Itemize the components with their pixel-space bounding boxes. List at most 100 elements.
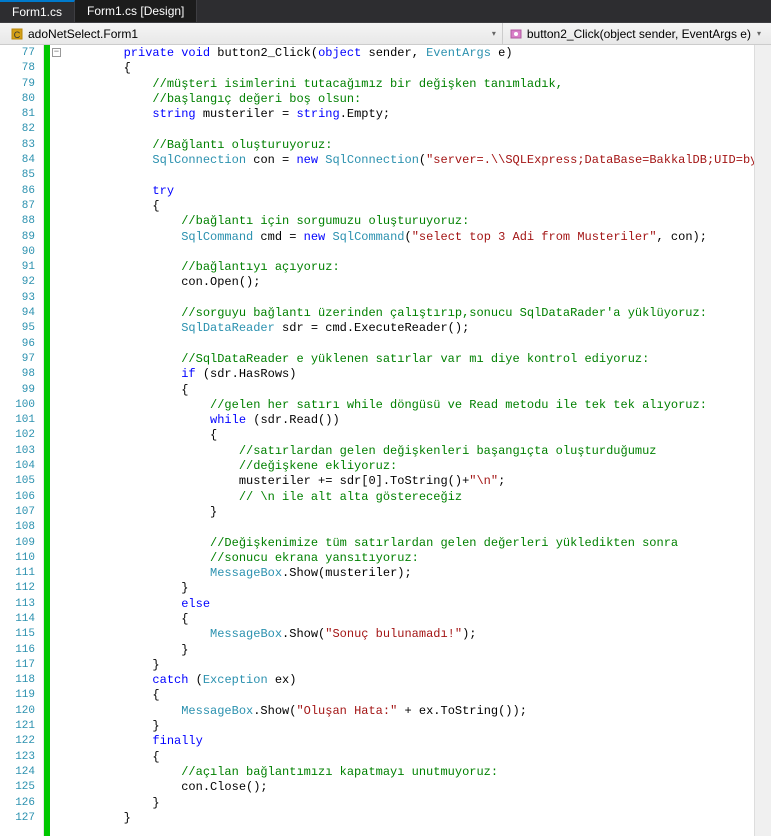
member-dropdown[interactable]: button2_Click(object sender, EventArgs e… bbox=[502, 23, 771, 44]
class-name: adoNetSelect.Form1 bbox=[28, 27, 138, 41]
code-line[interactable]: MessageBox.Show("Sonuç bulunamadı!"); bbox=[66, 627, 754, 642]
line-number: 81 bbox=[0, 107, 43, 122]
line-number: 119 bbox=[0, 688, 43, 703]
code-line[interactable]: SqlConnection con = new SqlConnection("s… bbox=[66, 153, 754, 168]
code-line[interactable]: { bbox=[66, 688, 754, 703]
line-number: 103 bbox=[0, 444, 43, 459]
code-line[interactable]: private void button2_Click(object sender… bbox=[66, 46, 754, 61]
line-number: 83 bbox=[0, 138, 43, 153]
code-line[interactable]: //başlangıç değeri boş olsun: bbox=[66, 92, 754, 107]
code-line[interactable]: while (sdr.Read()) bbox=[66, 413, 754, 428]
line-number: 124 bbox=[0, 765, 43, 780]
code-line[interactable]: { bbox=[66, 750, 754, 765]
class-dropdown[interactable]: C adoNetSelect.Form1 ▾ bbox=[0, 25, 502, 43]
code-line[interactable]: } bbox=[66, 643, 754, 658]
code-line[interactable]: } bbox=[66, 796, 754, 811]
line-number: 98 bbox=[0, 367, 43, 382]
code-line[interactable] bbox=[66, 337, 754, 352]
code-line[interactable]: { bbox=[66, 383, 754, 398]
line-number: 118 bbox=[0, 673, 43, 688]
code-line[interactable]: } bbox=[66, 658, 754, 673]
code-line[interactable]: //sonucu ekrana yansıtıyoruz: bbox=[66, 551, 754, 566]
code-line[interactable]: //bağlantı için sorgumuzu oluşturuyoruz: bbox=[66, 214, 754, 229]
code-line[interactable]: MessageBox.Show(musteriler); bbox=[66, 566, 754, 581]
line-number: 114 bbox=[0, 612, 43, 627]
code-line[interactable]: //bağlantıyı açıyoruz: bbox=[66, 260, 754, 275]
code-line[interactable]: //açılan bağlantımızı kapatmayı unutmuyo… bbox=[66, 765, 754, 780]
line-number: 92 bbox=[0, 275, 43, 290]
code-line[interactable]: SqlCommand cmd = new SqlCommand("select … bbox=[66, 230, 754, 245]
code-line[interactable]: else bbox=[66, 597, 754, 612]
tab-form1-cs[interactable]: Form1.cs bbox=[0, 0, 75, 22]
code-editor[interactable]: 7778798081828384858687888990919293949596… bbox=[0, 45, 771, 836]
class-icon: C bbox=[10, 27, 24, 41]
code-line[interactable]: //Bağlantı oluşturuyoruz: bbox=[66, 138, 754, 153]
line-number: 80 bbox=[0, 92, 43, 107]
code-line[interactable]: } bbox=[66, 505, 754, 520]
code-line[interactable]: musteriler += sdr[0].ToString()+"\n"; bbox=[66, 474, 754, 489]
line-number: 123 bbox=[0, 750, 43, 765]
code-line[interactable]: try bbox=[66, 184, 754, 199]
code-line[interactable]: con.Close(); bbox=[66, 780, 754, 795]
line-number: 111 bbox=[0, 566, 43, 581]
line-number: 127 bbox=[0, 811, 43, 826]
code-line[interactable]: { bbox=[66, 199, 754, 214]
code-line[interactable]: //SqlDataReader e yüklenen satırlar var … bbox=[66, 352, 754, 367]
code-line[interactable]: } bbox=[66, 581, 754, 596]
code-line[interactable]: //değişkene ekliyoruz: bbox=[66, 459, 754, 474]
line-number: 108 bbox=[0, 520, 43, 535]
code-line[interactable]: if (sdr.HasRows) bbox=[66, 367, 754, 382]
line-number: 91 bbox=[0, 260, 43, 275]
code-line[interactable]: //sorguyu bağlantı üzerinden çalıştırıp,… bbox=[66, 306, 754, 321]
line-number: 82 bbox=[0, 122, 43, 137]
code-line[interactable]: } bbox=[66, 719, 754, 734]
line-number: 87 bbox=[0, 199, 43, 214]
code-line[interactable]: catch (Exception ex) bbox=[66, 673, 754, 688]
line-number: 94 bbox=[0, 306, 43, 321]
chevron-down-icon: ▾ bbox=[757, 29, 767, 38]
line-number: 105 bbox=[0, 474, 43, 489]
code-line[interactable]: MessageBox.Show("Oluşan Hata:" + ex.ToSt… bbox=[66, 704, 754, 719]
line-number: 93 bbox=[0, 291, 43, 306]
code-line[interactable]: { bbox=[66, 61, 754, 76]
code-line[interactable]: finally bbox=[66, 734, 754, 749]
code-line[interactable] bbox=[66, 520, 754, 535]
code-line[interactable]: // \n ile alt alta göstereceğiz bbox=[66, 490, 754, 505]
code-line[interactable]: string musteriler = string.Empty; bbox=[66, 107, 754, 122]
line-number: 107 bbox=[0, 505, 43, 520]
code-line[interactable] bbox=[66, 168, 754, 183]
line-number: 117 bbox=[0, 658, 43, 673]
line-number: 113 bbox=[0, 597, 43, 612]
line-number: 86 bbox=[0, 184, 43, 199]
code-line[interactable] bbox=[66, 122, 754, 137]
method-name: button2_Click(object sender, EventArgs e… bbox=[527, 27, 751, 41]
tab-form1-design[interactable]: Form1.cs [Design] bbox=[75, 0, 197, 22]
code-line[interactable]: //müşteri isimlerini tutacağımız bir değ… bbox=[66, 77, 754, 92]
line-number: 79 bbox=[0, 77, 43, 92]
line-number: 121 bbox=[0, 719, 43, 734]
code-line[interactable] bbox=[66, 291, 754, 306]
line-number: 112 bbox=[0, 581, 43, 596]
line-number: 96 bbox=[0, 337, 43, 352]
code-line[interactable]: { bbox=[66, 612, 754, 627]
code-line[interactable]: con.Open(); bbox=[66, 275, 754, 290]
code-line[interactable]: //gelen her satırı while döngüsü ve Read… bbox=[66, 398, 754, 413]
navigation-bar: C adoNetSelect.Form1 ▾ button2_Click(obj… bbox=[0, 23, 771, 45]
line-number: 126 bbox=[0, 796, 43, 811]
line-number: 89 bbox=[0, 230, 43, 245]
line-number-gutter: 7778798081828384858687888990919293949596… bbox=[0, 45, 44, 836]
code-line[interactable]: SqlDataReader sdr = cmd.ExecuteReader(); bbox=[66, 321, 754, 336]
code-line[interactable]: { bbox=[66, 428, 754, 443]
line-number: 85 bbox=[0, 168, 43, 183]
fold-toggle[interactable]: − bbox=[52, 48, 61, 57]
code-line[interactable] bbox=[66, 245, 754, 260]
code-line[interactable]: } bbox=[66, 811, 754, 826]
code-line[interactable]: //Değişkenimize tüm satırlardan gelen de… bbox=[66, 536, 754, 551]
line-number: 90 bbox=[0, 245, 43, 260]
code-text-area[interactable]: private void button2_Click(object sender… bbox=[64, 45, 754, 836]
code-line[interactable]: //satırlardan gelen değişkenleri başangı… bbox=[66, 444, 754, 459]
vertical-scrollbar[interactable] bbox=[754, 45, 771, 836]
line-number: 84 bbox=[0, 153, 43, 168]
line-number: 110 bbox=[0, 551, 43, 566]
line-number: 101 bbox=[0, 413, 43, 428]
